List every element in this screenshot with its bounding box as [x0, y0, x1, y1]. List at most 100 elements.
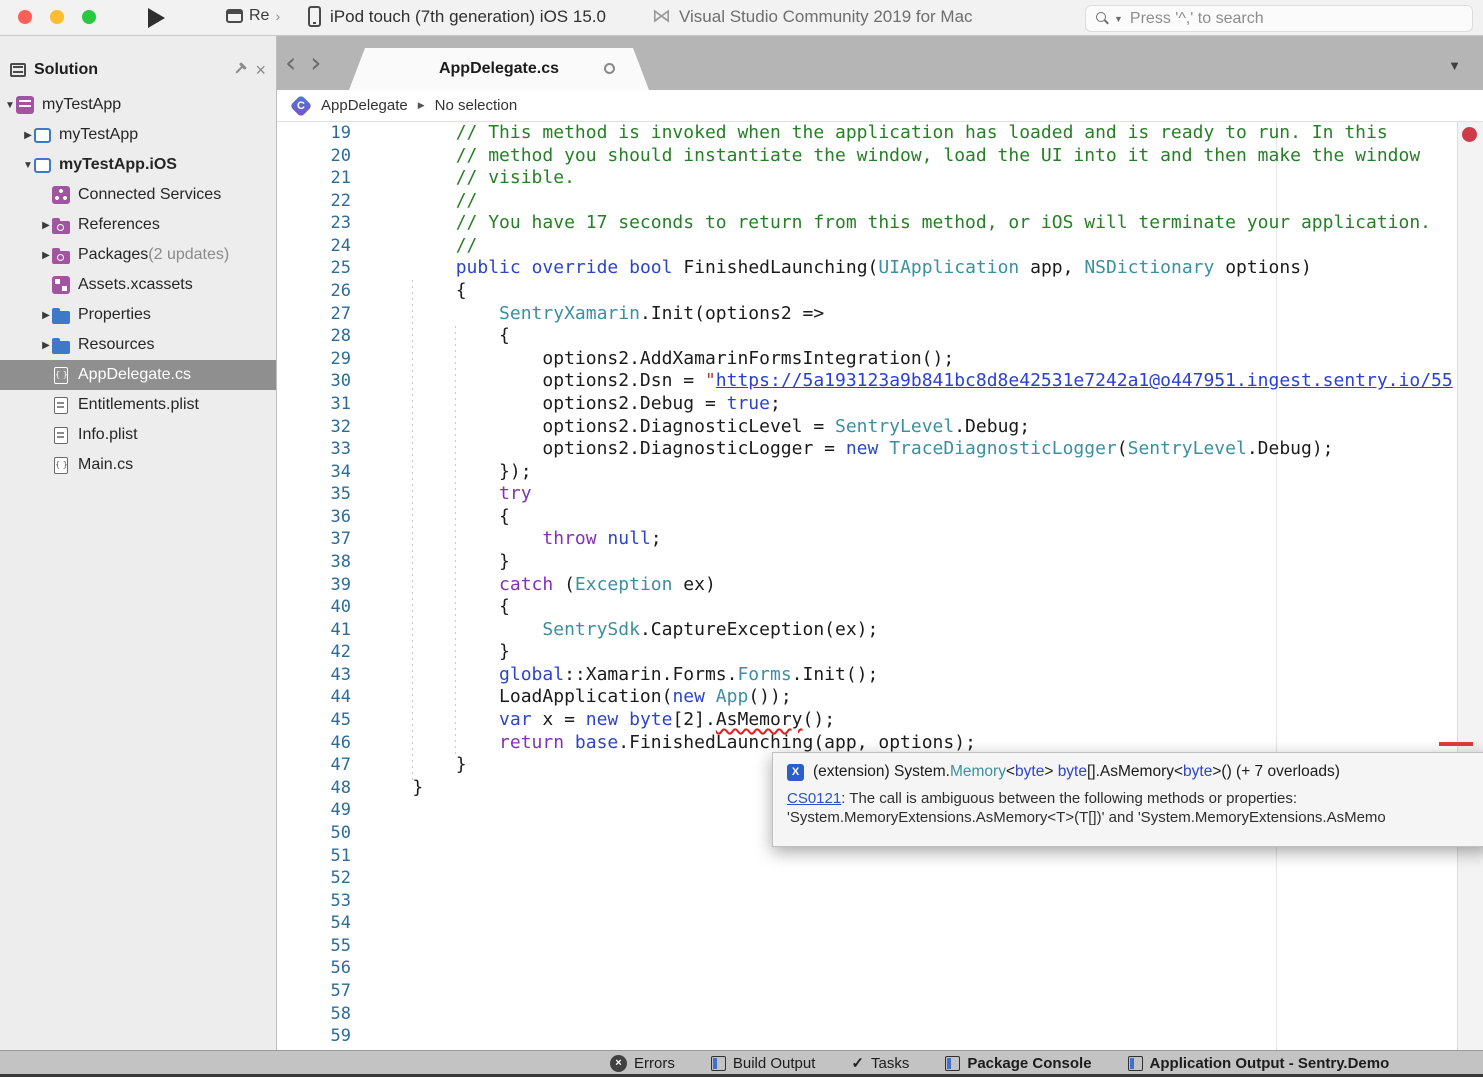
code-line-53[interactable]: 53: [277, 890, 1457, 913]
tree-item-properties[interactable]: ▶Properties: [0, 300, 276, 330]
code-line-39[interactable]: 39 catch (Exception ex): [277, 574, 1457, 597]
tree-item-label: Connected Services: [78, 186, 221, 204]
chevron-right-icon[interactable]: ▶: [40, 340, 52, 351]
code-line-52[interactable]: 52: [277, 867, 1457, 890]
error-scroll-marker[interactable]: [1439, 742, 1473, 746]
tree-item-main-cs[interactable]: Main.cs: [0, 450, 276, 480]
code-line-25[interactable]: 25 public override bool FinishedLaunchin…: [277, 257, 1457, 280]
code-line-23[interactable]: 23 // You have 17 seconds to return from…: [277, 212, 1457, 235]
line-number: 22: [277, 190, 351, 213]
tree-item-appdelegate-cs[interactable]: AppDelegate.cs: [0, 360, 276, 390]
breadcrumb: AppDelegate ▶ No selection: [277, 90, 1483, 122]
breadcrumb-class[interactable]: AppDelegate: [321, 97, 408, 114]
chevron-right-icon[interactable]: ▶: [40, 310, 52, 321]
editor-scrollbar[interactable]: [1457, 122, 1483, 1050]
code-editor[interactable]: 19 // This method is invoked when the ap…: [277, 122, 1483, 1050]
code-line-21[interactable]: 21 // visible.: [277, 167, 1457, 190]
tree-item-label: Entitlements.plist: [78, 396, 199, 414]
code-line-28[interactable]: 28 {: [277, 325, 1457, 348]
close-icon[interactable]: ×: [255, 62, 266, 78]
chevron-down-icon[interactable]: ▼: [22, 160, 34, 171]
navigate-forward-button[interactable]: ›: [310, 50, 321, 76]
tree-item-connected-services[interactable]: Connected Services: [0, 180, 276, 210]
code-line-33[interactable]: 33 options2.DiagnosticLogger = new Trace…: [277, 438, 1457, 461]
code-line-20[interactable]: 20 // method you should instantiate the …: [277, 145, 1457, 168]
line-number: 46: [277, 732, 351, 755]
code-line-36[interactable]: 36 {: [277, 506, 1457, 529]
error-code-link[interactable]: CS0121: [787, 790, 841, 807]
breadcrumb-selection[interactable]: No selection: [435, 97, 518, 114]
code-line-35[interactable]: 35 try: [277, 483, 1457, 506]
extension-method-icon: X: [787, 764, 804, 781]
tab-appdelegate[interactable]: AppDelegate.cs: [349, 48, 649, 90]
code-line-58[interactable]: 58: [277, 1003, 1457, 1026]
code-line-57[interactable]: 57: [277, 980, 1457, 1003]
code-line-42[interactable]: 42 }: [277, 641, 1457, 664]
plist-icon: [54, 397, 68, 414]
code-text: // You have 17 seconds to return from th…: [369, 212, 1431, 233]
code-text: public override bool FinishedLaunching(U…: [369, 257, 1312, 278]
global-search[interactable]: ▼: [1085, 5, 1473, 32]
tree-item-mytestapp[interactable]: ▼myTestApp: [0, 90, 276, 120]
tree-item-resources[interactable]: ▶Resources: [0, 330, 276, 360]
code-line-30[interactable]: 30 options2.Dsn = "https://5a193123a9b84…: [277, 370, 1457, 393]
pad-button-errors[interactable]: ×Errors: [610, 1055, 675, 1072]
tree-item-info-plist[interactable]: Info.plist: [0, 420, 276, 450]
pad-button-application-output-sentry-demo[interactable]: Application Output - Sentry.Demo: [1128, 1055, 1390, 1072]
code-line-19[interactable]: 19 // This method is invoked when the ap…: [277, 122, 1457, 145]
error-indicator-icon[interactable]: [1462, 127, 1477, 142]
code-line-41[interactable]: 41 SentrySdk.CaptureException(ex);: [277, 619, 1457, 642]
code-line-31[interactable]: 31 options2.Debug = true;: [277, 393, 1457, 416]
code-line-56[interactable]: 56: [277, 957, 1457, 980]
chevron-down-icon[interactable]: ▼: [4, 100, 16, 111]
pad-button-build-output[interactable]: Build Output: [711, 1055, 816, 1072]
tree-item-references[interactable]: ▶References: [0, 210, 276, 240]
chevron-right-icon[interactable]: ▶: [40, 220, 52, 231]
code-line-51[interactable]: 51: [277, 845, 1457, 868]
code-line-29[interactable]: 29 options2.AddXamarinFormsIntegration()…: [277, 348, 1457, 371]
code-line-38[interactable]: 38 }: [277, 551, 1457, 574]
tree-item-mytestapp[interactable]: ▶myTestApp: [0, 120, 276, 150]
visual-studio-logo-icon: ⋈: [652, 7, 671, 27]
code-line-32[interactable]: 32 options2.DiagnosticLevel = SentryLeve…: [277, 416, 1457, 439]
code-line-43[interactable]: 43 global::Xamarin.Forms.Forms.Init();: [277, 664, 1457, 687]
run-button[interactable]: [148, 8, 165, 28]
pad-button-tasks[interactable]: ✓Tasks: [851, 1054, 909, 1072]
dsn-url-link[interactable]: https://5a193123a9b841bc8d8e42531e7242a1…: [716, 370, 1453, 391]
code-line-40[interactable]: 40 {: [277, 596, 1457, 619]
build-configuration-button[interactable]: Re ›: [226, 7, 280, 25]
bottom-pad-items: ×Errors Build Output ✓Tasks Package Console…: [610, 1051, 1389, 1075]
code-line-54[interactable]: 54: [277, 912, 1457, 935]
code-line-27[interactable]: 27 SentryXamarin.Init(options2 =>: [277, 303, 1457, 326]
pin-icon[interactable]: [228, 59, 251, 82]
zoom-window-button[interactable]: [82, 10, 96, 24]
tree-item-packages[interactable]: ▶Packages (2 updates): [0, 240, 276, 270]
code-line-46[interactable]: 46 return base.FinishedLaunching(app, op…: [277, 732, 1457, 755]
editor-tab-bar: ‹ › AppDelegate.cs ▼: [277, 36, 1483, 90]
search-input[interactable]: [1130, 10, 1463, 28]
navigate-back-button[interactable]: ‹: [285, 50, 296, 76]
device-selector[interactable]: iPod touch (7th generation) iOS 15.0: [308, 6, 606, 27]
chevron-right-icon[interactable]: ▶: [22, 130, 34, 141]
code-line-55[interactable]: 55: [277, 935, 1457, 958]
close-window-button[interactable]: [18, 10, 32, 24]
error-token[interactable]: AsMemory: [716, 709, 803, 730]
code-line-26[interactable]: 26 {: [277, 280, 1457, 303]
code-line-22[interactable]: 22 //: [277, 190, 1457, 213]
code-line-59[interactable]: 59: [277, 1025, 1457, 1048]
code-line-44[interactable]: 44 LoadApplication(new App());: [277, 686, 1457, 709]
tree-item-assets-xcassets[interactable]: Assets.xcassets: [0, 270, 276, 300]
pad-button-package-console[interactable]: Package Console: [945, 1055, 1091, 1072]
code-line-37[interactable]: 37 throw null;: [277, 528, 1457, 551]
chevron-right-icon[interactable]: ▶: [40, 250, 52, 261]
code-text: });: [369, 461, 532, 482]
code-line-24[interactable]: 24 //: [277, 235, 1457, 258]
code-line-45[interactable]: 45 var x = new byte[2].AsMemory();: [277, 709, 1457, 732]
tree-item-mytestapp-ios[interactable]: ▼myTestApp.iOS: [0, 150, 276, 180]
tab-list-dropdown-icon[interactable]: ▼: [1448, 58, 1461, 73]
code-line-34[interactable]: 34 });: [277, 461, 1457, 484]
folder-blue-icon: [52, 311, 70, 324]
code-lines[interactable]: 19 // This method is invoked when the ap…: [277, 122, 1457, 1048]
minimize-window-button[interactable]: [50, 10, 64, 24]
tree-item-entitlements-plist[interactable]: Entitlements.plist: [0, 390, 276, 420]
